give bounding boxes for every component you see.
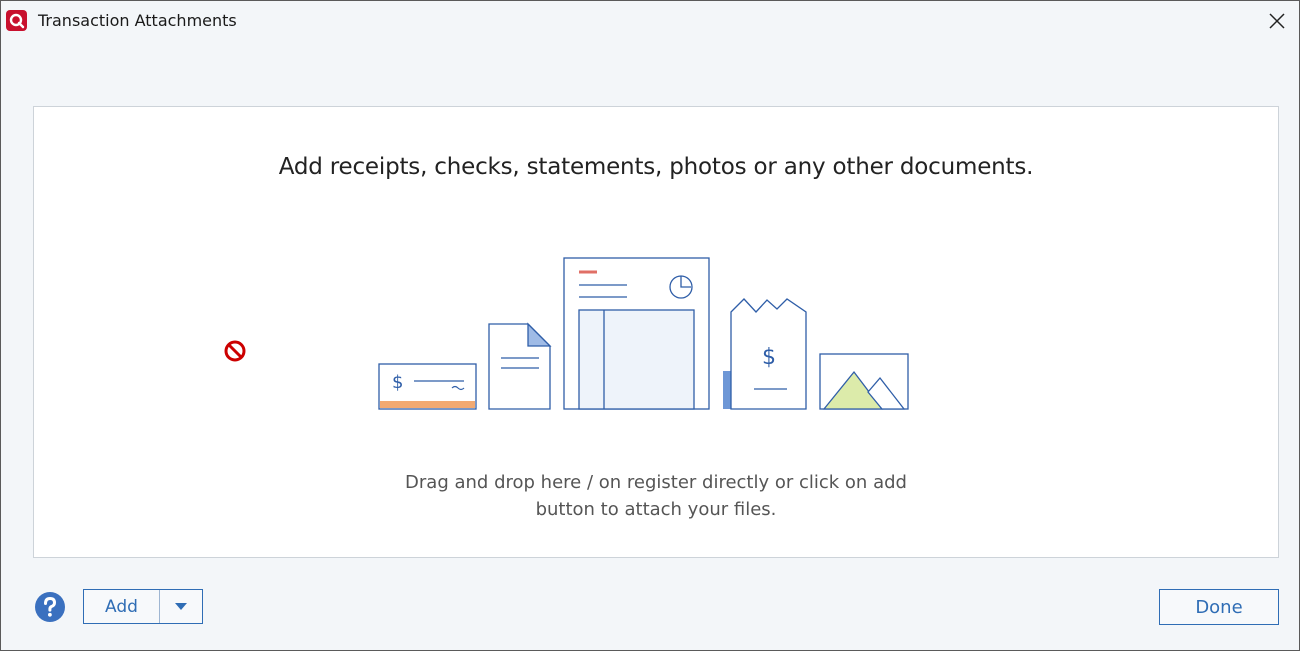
help-button[interactable] <box>34 591 66 623</box>
svg-text:$: $ <box>392 372 403 393</box>
document-illustration-icon <box>488 322 552 410</box>
done-button[interactable]: Done <box>1159 589 1279 625</box>
close-button[interactable] <box>1263 7 1291 35</box>
add-button[interactable]: Add <box>84 590 160 623</box>
instructions-line-1: Drag and drop here / on register directl… <box>405 472 907 493</box>
no-drop-cursor-icon <box>224 340 246 362</box>
svg-text:$: $ <box>762 345 776 370</box>
close-icon <box>1269 13 1285 29</box>
check-illustration-icon: $ <box>378 363 477 410</box>
help-icon <box>35 592 65 622</box>
title-bar: Transaction Attachments <box>1 1 1299 41</box>
receipt-illustration-icon: $ <box>723 298 807 410</box>
window-title: Transaction Attachments <box>38 11 237 30</box>
drop-zone-instructions: Drag and drop here / on register directl… <box>34 469 1278 523</box>
attachment-drop-zone[interactable]: Add receipts, checks, statements, photos… <box>33 106 1279 558</box>
documents-illustration: $ $ <box>264 257 1054 411</box>
add-dropdown-button[interactable] <box>160 590 202 623</box>
caret-down-icon <box>175 603 187 610</box>
instructions-line-2: button to attach your files. <box>535 499 777 520</box>
add-split-button: Add <box>83 589 203 624</box>
photo-illustration-icon <box>819 353 909 410</box>
statement-illustration-icon <box>563 257 710 410</box>
drop-zone-headline: Add receipts, checks, statements, photos… <box>278 154 1034 180</box>
quicken-logo-icon <box>6 10 27 31</box>
transaction-attachments-dialog: Transaction Attachments Add receipts, ch… <box>0 0 1300 651</box>
